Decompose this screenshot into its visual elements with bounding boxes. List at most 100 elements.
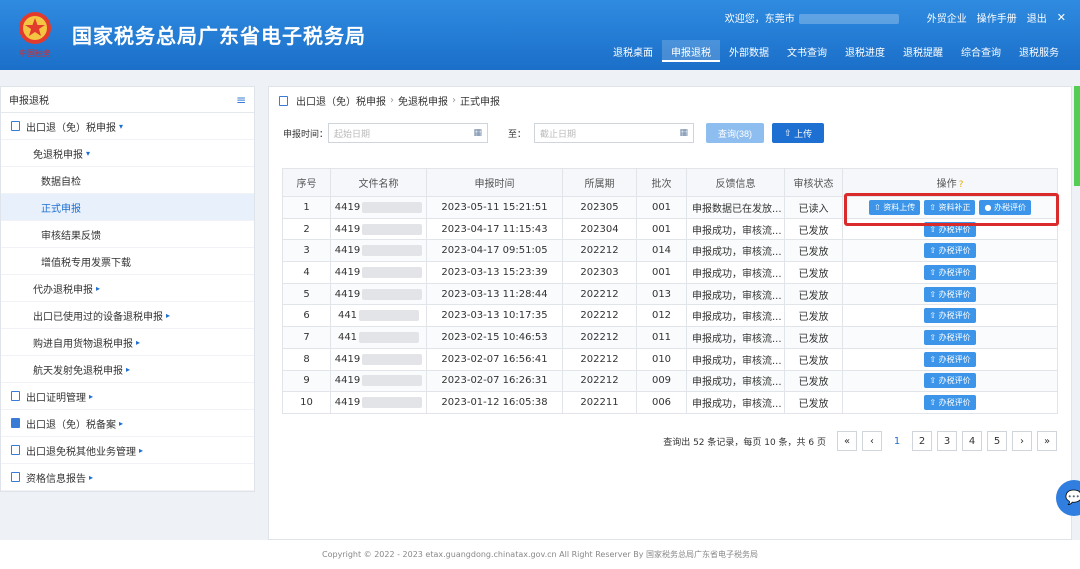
scrollbar[interactable] <box>1074 86 1080 186</box>
cell-batch: 001 <box>636 196 687 219</box>
cell-feedback[interactable]: 申报成功，审核流... <box>686 304 785 328</box>
menu-icon[interactable]: ≡ <box>236 93 246 107</box>
end-date-input[interactable]: 截止日期 ▦ <box>534 123 695 143</box>
cell-time: 2023-02-07 16:26:31 <box>426 369 563 393</box>
sidebar-item-other-business[interactable]: 出口退免税其他业务管理 ▸ <box>1 437 254 464</box>
cell-feedback[interactable]: 申报成功，审核流... <box>686 217 785 241</box>
op-button-evaluate[interactable]: ⇧ 办税评价 <box>924 395 976 411</box>
breadcrumb-separator: › <box>452 95 456 106</box>
nav-refund-reminder[interactable]: 退税提醒 <box>894 40 952 62</box>
link-logout[interactable]: 退出 <box>1027 10 1047 25</box>
sidebar-item-vat-invoice-download[interactable]: 增值税专用发票下载 <box>1 248 254 275</box>
cell-feedback[interactable]: 申报成功，审核流... <box>686 347 785 371</box>
link-trade-company[interactable]: 外贸企业 <box>927 10 967 25</box>
cell-ops: ⇧ 办税评价 <box>842 369 1058 393</box>
nav-refund-service[interactable]: 退税服务 <box>1010 40 1068 62</box>
nav-declare-refund[interactable]: 申报退税 <box>662 40 720 62</box>
tax-emblem-logo: 中国税务 <box>19 12 51 58</box>
op-button-supplement[interactable]: ⇧ 资料补正 <box>924 199 976 215</box>
cell-filename: 441 <box>330 326 427 349</box>
cell-filename: 4419 <box>330 217 427 241</box>
op-button-evaluate[interactable]: ⇧ 办税评价 <box>924 243 976 259</box>
nav-tax-desktop[interactable]: 退税桌面 <box>604 40 662 62</box>
breadcrumb-item[interactable]: 免退税申报 <box>398 93 448 108</box>
link-user-manual[interactable]: 操作手册 <box>977 10 1017 25</box>
cell-ops: ⇧ 办税评价 <box>842 326 1058 349</box>
card-icon <box>11 445 20 455</box>
cell-no: 5 <box>282 282 331 306</box>
cell-feedback[interactable]: 申报成功，审核流... <box>686 282 785 306</box>
sidebar-item-agent-refund[interactable]: 代办退税申报 ▸ <box>1 275 254 302</box>
caret-right-icon: ▸ <box>166 310 171 320</box>
op-button-evaluate[interactable]: ⇧ 办税评价 <box>924 264 976 280</box>
page-2-button[interactable]: 2 <box>912 431 932 451</box>
start-date-input[interactable]: 起始日期 ▦ <box>328 123 489 143</box>
op-button-evaluate[interactable]: ⇧ 办税评价 <box>924 221 976 237</box>
cell-period: 202212 <box>562 369 637 393</box>
book-icon <box>11 418 20 428</box>
next-page-button[interactable]: › <box>1012 431 1032 451</box>
cell-feedback[interactable]: 申报成功，审核流... <box>686 326 785 349</box>
breadcrumb-current: 正式申报 <box>460 97 500 108</box>
page-3-button[interactable]: 3 <box>937 431 957 451</box>
nav-external-data[interactable]: 外部数据 <box>720 40 778 62</box>
op-button-evaluate[interactable]: ⇧ 办税评价 <box>924 373 976 389</box>
table-row: 7 441 2023-02-15 10:46:53 202212 011 申报成功，审核流… <box>282 326 1058 349</box>
sidebar-item-export-refund-declare[interactable]: 出口退（免）税申报 ▾ <box>1 113 254 140</box>
page-4-button[interactable]: 4 <box>962 431 982 451</box>
upload-button[interactable]: ⇧ 上传 <box>772 123 825 143</box>
nav-refund-progress[interactable]: 退税进度 <box>836 40 894 62</box>
sidebar-item-review-feedback[interactable]: 审核结果反馈 <box>1 221 254 248</box>
caret-right-icon: ▸ <box>89 391 94 401</box>
cell-no: 8 <box>282 347 331 371</box>
sidebar-item-exempt-refund-declare[interactable]: 免退税申报 ▾ <box>1 140 254 167</box>
cell-no: 9 <box>282 369 331 393</box>
sidebar-item-aerospace-refund[interactable]: 航天发射免退税申报 ▸ <box>1 356 254 383</box>
cell-feedback[interactable]: 申报成功，审核流... <box>686 239 785 263</box>
op-button-evaluate[interactable]: ⇧ 办税评价 <box>924 351 976 367</box>
breadcrumb-item[interactable]: 出口退（免）税申报 <box>296 93 386 108</box>
op-button-evaluate[interactable]: ⇧ 办税评价 <box>924 286 976 302</box>
page-1-button[interactable]: 1 <box>887 431 907 451</box>
cell-no: 7 <box>282 326 331 349</box>
sidebar-item-qualification-report[interactable]: 资格信息报告 ▸ <box>1 464 254 491</box>
calendar-icon[interactable]: ▦ <box>680 128 689 138</box>
sidebar-item-used-equipment-refund[interactable]: 出口已使用过的设备退税申报 ▸ <box>1 302 254 329</box>
op-button-upload[interactable]: ⇧ 资料上传 <box>868 199 921 215</box>
table-row: 1 4419 2023-05-11 15:21:51 202305 001 申报数据已在发… <box>282 196 1058 219</box>
page-5-button[interactable]: 5 <box>987 431 1007 451</box>
cell-feedback[interactable]: 申报成功，审核流... <box>686 369 785 393</box>
close-icon[interactable]: ✕ <box>1057 11 1066 24</box>
cell-time: 2023-04-17 09:51:05 <box>426 239 563 263</box>
prev-page-button[interactable]: ‹ <box>862 431 882 451</box>
table-row: 6 441 2023-03-13 10:17:35 202212 012 申报成功，审核流… <box>282 304 1058 328</box>
op-button-evaluate[interactable]: ⇧ 办税评价 <box>924 329 976 345</box>
cell-period: 202303 <box>562 261 637 284</box>
help-icon[interactable]: ? <box>959 180 964 190</box>
op-button-evaluate[interactable]: ● 办税评价 <box>979 199 1032 215</box>
first-page-button[interactable]: « <box>837 431 857 451</box>
cell-no: 10 <box>282 391 331 414</box>
sidebar-item-refund-filing[interactable]: 出口退（免）税备案 ▸ <box>1 410 254 437</box>
svg-text:中国税务: 中国税务 <box>19 48 51 58</box>
document-icon <box>11 121 20 131</box>
cell-feedback[interactable]: 申报数据已在发放... <box>686 196 785 219</box>
query-button[interactable]: 查询(38) <box>706 123 765 143</box>
cell-filename: 4419 <box>330 196 427 219</box>
sidebar-item-export-cert[interactable]: 出口证明管理 ▸ <box>1 383 254 410</box>
cell-period: 202304 <box>562 217 637 241</box>
nav-document-query[interactable]: 文书查询 <box>778 40 836 62</box>
cell-feedback[interactable]: 申报成功，审核流... <box>686 391 785 414</box>
sidebar-item-data-self-check[interactable]: 数据自检 <box>1 167 254 194</box>
declare-time-label: 申报时间： <box>283 129 329 140</box>
last-page-button[interactable]: » <box>1037 431 1057 451</box>
op-button-evaluate[interactable]: ⇧ 办税评价 <box>924 308 976 324</box>
caret-down-icon: ▾ <box>86 148 91 158</box>
document-icon <box>279 95 288 106</box>
sidebar-item-formal-declare[interactable]: 正式申报 <box>1 194 254 221</box>
nav-combined-query[interactable]: 综合查询 <box>952 40 1010 62</box>
sidebar-item-self-use-goods-refund[interactable]: 购进自用货物退税申报 ▸ <box>1 329 254 356</box>
top-user-bar: 欢迎您，东莞市 外贸企业 操作手册 退出 ✕ <box>725 10 1066 25</box>
cell-feedback[interactable]: 申报成功，审核流... <box>686 261 785 284</box>
calendar-icon[interactable]: ▦ <box>474 128 483 138</box>
